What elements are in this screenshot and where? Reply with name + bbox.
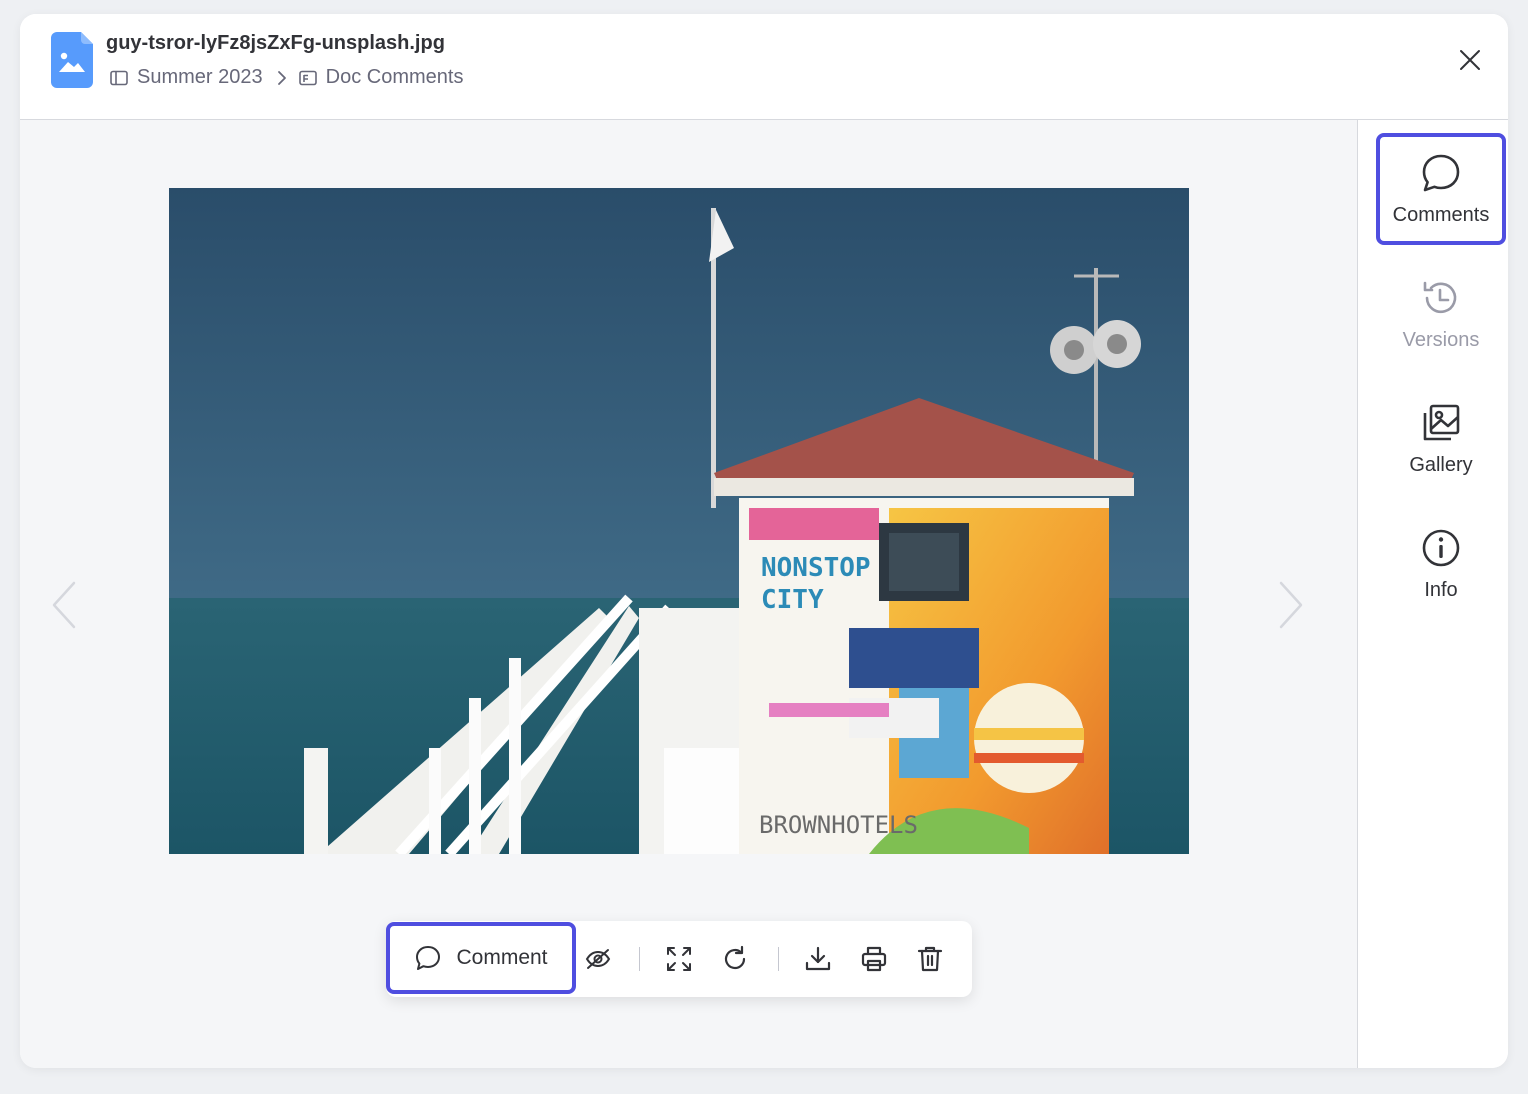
sidebar-item-comments-label: Comments [1392,203,1490,226]
board-icon [110,70,128,85]
delete-button[interactable] [914,943,946,975]
breadcrumb-workspace[interactable]: Summer 2023 [110,66,263,89]
gallery-icon [1423,404,1460,440]
image-toolbar: Comment [386,921,972,997]
file-viewer-modal: guy-tsror-lyFz8jsZxFg-unsplash.jpg Summe… [20,14,1508,1068]
breadcrumb-doc[interactable]: Doc Comments [298,66,464,89]
download-icon [805,946,831,971]
sidebar-item-gallery[interactable]: Gallery [1376,383,1506,495]
comment-bubble-icon [416,946,441,970]
breadcrumb-doc-label: Doc Comments [325,66,464,88]
hide-button[interactable] [582,943,614,975]
breadcrumb: Summer 2023 Doc Comments [110,66,463,89]
breadcrumb-workspace-label: Summer 2023 [137,66,263,88]
chevron-right-icon [277,70,287,86]
comment-bubble-icon [1422,154,1460,191]
file-name: guy-tsror-lyFz8jsZxFg-unsplash.jpg [106,32,445,54]
sidebar-item-gallery-label: Gallery [1409,453,1473,476]
sidebar-item-info-label: Info [1424,578,1458,601]
download-button[interactable] [802,943,834,975]
fullscreen-icon [667,947,691,971]
chevron-left-icon [52,581,76,629]
print-button[interactable] [858,943,890,975]
image-file-icon [51,32,93,88]
add-comment-button[interactable]: Comment [386,922,576,994]
toolbar-divider [778,947,779,971]
fullscreen-button[interactable] [663,943,695,975]
doc-icon [298,70,317,85]
rotate-button[interactable] [719,943,751,975]
svg-text:BROWNHOTELS: BROWNHOTELS [759,811,918,839]
previous-button[interactable] [46,575,82,635]
svg-text:NONSTOP: NONSTOP [761,553,871,583]
viewer-header: guy-tsror-lyFz8jsZxFg-unsplash.jpg Summe… [20,14,1508,120]
add-comment-label: Comment [456,946,548,969]
trash-icon [917,946,943,972]
close-icon [1460,50,1480,70]
history-icon [1423,281,1457,313]
rotate-icon [724,945,746,970]
sidebar-item-comments[interactable]: Comments [1376,133,1506,245]
toolbar-divider [639,947,640,971]
image-preview: NONSTOP CITY BROWNHOTELS [169,188,1189,854]
info-icon [1422,529,1460,566]
print-icon [861,946,887,972]
chevron-right-icon [1279,581,1303,629]
right-sidebar: Comments Versions Gallery Info [1357,120,1508,1068]
sidebar-item-versions-label: Versions [1402,328,1480,351]
sidebar-item-info[interactable]: Info [1376,508,1506,620]
close-button[interactable] [1452,42,1488,78]
image-viewer: NONSTOP CITY BROWNHOTELS Comment [20,120,1357,1068]
svg-text:CITY: CITY [761,585,824,615]
sidebar-item-versions[interactable]: Versions [1376,258,1506,370]
hide-icon [585,949,611,969]
next-button[interactable] [1273,575,1309,635]
